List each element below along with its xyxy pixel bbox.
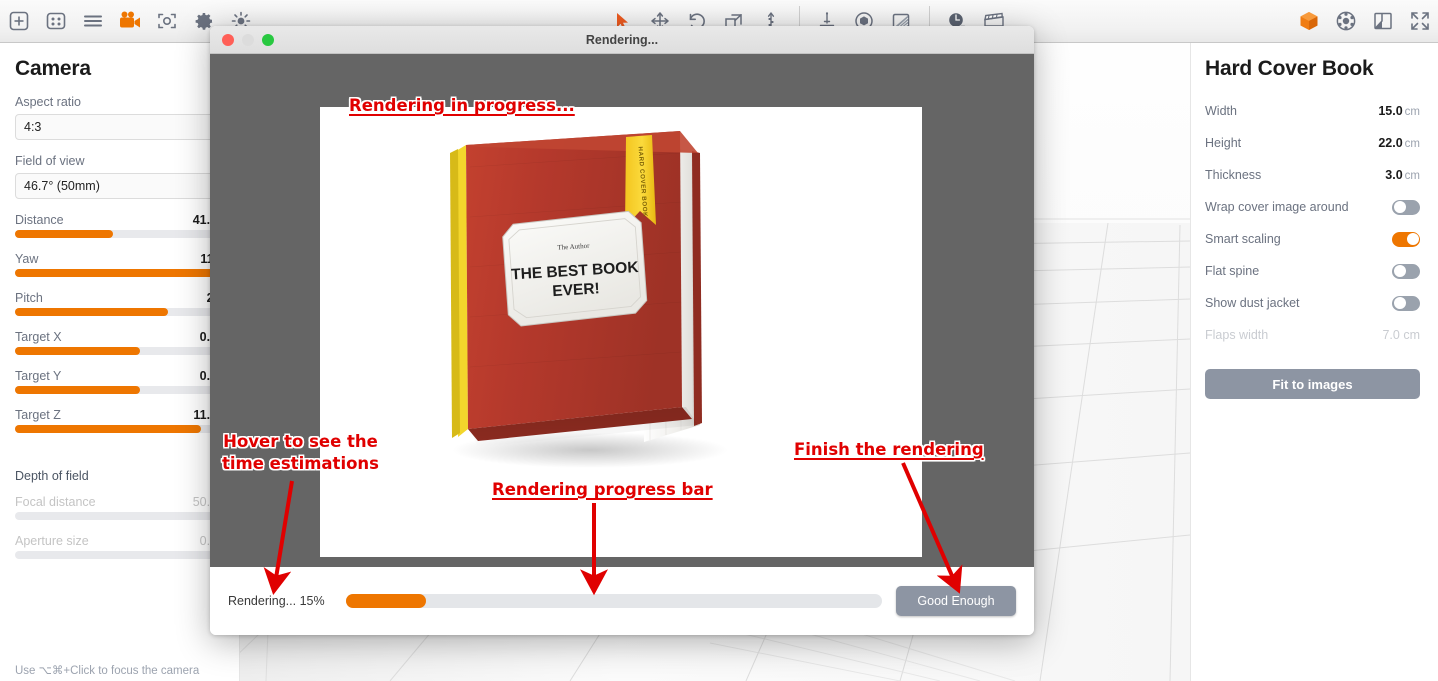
annotation-hover-time-estimations: Hover to see the time estimations <box>222 432 379 474</box>
annotation-rendering-progress-bar: Rendering progress bar <box>492 480 713 499</box>
annotation-finish-the-rendering: Finish the rendering <box>794 440 984 459</box>
annotation-rendering-in-progress: Rendering in progress... <box>349 96 575 115</box>
annotation-arrows <box>263 462 963 596</box>
arrow-to-good-enough <box>901 462 963 594</box>
arrow-to-progress-label <box>263 480 294 595</box>
